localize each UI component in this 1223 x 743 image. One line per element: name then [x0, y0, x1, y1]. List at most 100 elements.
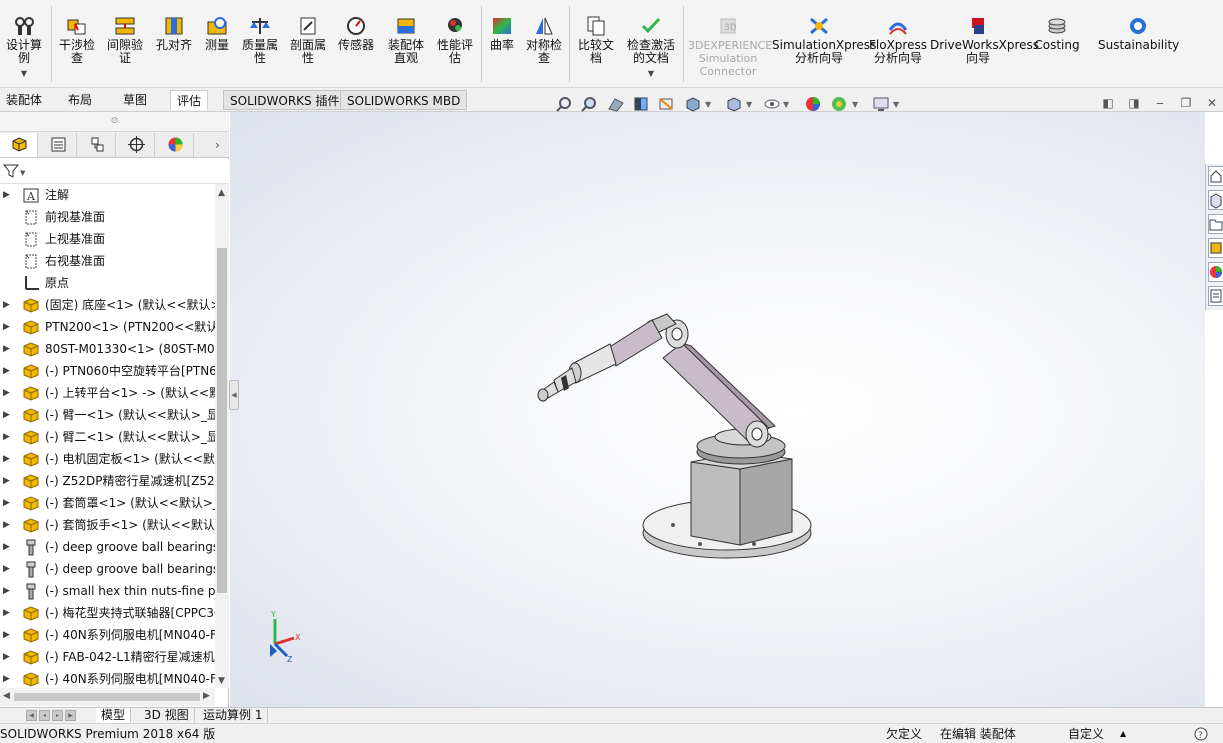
prev-tab-icon[interactable]: ◂: [39, 710, 50, 721]
chevron-right-icon[interactable]: ›: [215, 138, 220, 152]
tab-motion-study[interactable]: 运动算例 1: [198, 708, 269, 723]
tree-item[interactable]: ▶ (-) PTN060中空旋转平台[PTN6: [0, 360, 215, 382]
chevron-down-icon[interactable]: ▼: [746, 100, 752, 109]
symmetry-check-button[interactable]: 对称检查: [522, 4, 566, 84]
tab-featuremanager[interactable]: [0, 133, 38, 157]
view-settings-icon[interactable]: [872, 95, 890, 113]
display-style-icon[interactable]: [725, 95, 743, 113]
simulationxpress-button[interactable]: SimulationXpress 分析向导: [772, 4, 876, 84]
expand-arrow-icon[interactable]: ▶: [3, 514, 13, 536]
tree-item[interactable]: 原点: [0, 272, 215, 294]
expand-arrow-icon[interactable]: ▶: [3, 338, 13, 360]
tree-item[interactable]: 上视基准面: [0, 228, 215, 250]
dropdown-arrow-icon[interactable]: ▼: [622, 67, 680, 80]
expand-arrow-icon[interactable]: ▶: [3, 602, 13, 624]
tree-item[interactable]: ▶ (-) 臂一<1> (默认<<默认>_显示: [0, 404, 215, 426]
chevron-up-icon[interactable]: ▲: [1120, 726, 1126, 742]
3dexperience-connector-button[interactable]: 3D 3DEXPERIENCE Simulation Connector: [688, 4, 772, 84]
last-tab-icon[interactable]: ▶: [65, 710, 76, 721]
expand-arrow-icon[interactable]: ▶: [3, 668, 13, 688]
tree-item[interactable]: ▶ (-) deep groove ball bearings: [0, 536, 215, 558]
appearances-icon[interactable]: [1208, 262, 1223, 282]
apply-scene-icon[interactable]: [830, 95, 848, 113]
section-view-icon[interactable]: [632, 95, 650, 113]
scroll-left-icon[interactable]: ◀: [3, 691, 10, 701]
tab-propertymanager[interactable]: [39, 133, 77, 157]
tree-item[interactable]: ▶ PTN200<1> (PTN200<<默认>: [0, 316, 215, 338]
hide-show-items-icon[interactable]: [763, 95, 781, 113]
expand-arrow-icon[interactable]: ▶: [3, 404, 13, 426]
clearance-verification-button[interactable]: 间隙验证: [103, 4, 147, 84]
expand-arrow-icon[interactable]: ▶: [3, 448, 13, 470]
driveworksxpress-button[interactable]: DriveWorksXpress 向导: [930, 4, 1039, 84]
chevron-down-icon[interactable]: ▼: [20, 169, 25, 177]
tree-item[interactable]: 前视基准面: [0, 206, 215, 228]
view-palette-icon[interactable]: [1208, 238, 1223, 258]
expand-arrow-icon[interactable]: ▶: [3, 580, 13, 602]
assembly-visualization-button[interactable]: 装配体直观: [383, 4, 429, 84]
next-tab-icon[interactable]: ▸: [52, 710, 63, 721]
vertical-scrollbar-thumb[interactable]: [217, 248, 227, 593]
tree-item[interactable]: ▶ (-) 40N系列伺服电机[MN040-F: [0, 624, 215, 646]
custom-properties-icon[interactable]: [1208, 286, 1223, 306]
interference-check-button[interactable]: 干涉检查: [55, 4, 99, 84]
tree-item[interactable]: ▶ (固定) 底座<1> (默认<<默认>_: [0, 294, 215, 316]
graphics-area[interactable]: Y X Z: [230, 112, 1205, 707]
sustainability-button[interactable]: Sustainability: [1098, 4, 1179, 84]
tree-item[interactable]: ▶ A 注解: [0, 184, 215, 206]
tab-solidworks-addins[interactable]: SOLIDWORKS 插件: [223, 90, 347, 110]
dropdown-arrow-icon[interactable]: ▼: [2, 67, 46, 80]
scroll-right-icon[interactable]: ▶: [203, 691, 210, 701]
chevron-down-icon[interactable]: ▼: [783, 100, 789, 109]
tree-item[interactable]: 右视基准面: [0, 250, 215, 272]
robot-arm-two[interactable]: [537, 319, 663, 402]
tab-sketch[interactable]: 草图: [117, 90, 153, 110]
solidworks-resources-icon[interactable]: [1208, 166, 1223, 186]
expand-arrow-icon[interactable]: ▶: [3, 184, 13, 206]
tree-item[interactable]: ▶ (-) deep groove ball bearings: [0, 558, 215, 580]
tab-3d-views[interactable]: 3D 视图: [139, 708, 195, 723]
compare-documents-button[interactable]: 比较文档: [573, 4, 619, 84]
first-tab-icon[interactable]: ◀: [26, 710, 37, 721]
expand-arrow-icon[interactable]: ▶: [3, 294, 13, 316]
previous-view-icon[interactable]: [607, 95, 625, 113]
minimize-icon[interactable]: ‒: [1153, 96, 1167, 110]
tree-item[interactable]: ▶ (-) 电机固定板<1> (默认<<默认: [0, 448, 215, 470]
tab-displaymanager[interactable]: [156, 133, 194, 157]
expand-arrow-icon[interactable]: ▶: [3, 536, 13, 558]
tab-layout[interactable]: 布局: [62, 90, 98, 110]
floxpress-button[interactable]: FloXpress 分析向导: [868, 4, 928, 84]
window-restore-left-icon[interactable]: ◧: [1101, 96, 1115, 110]
expand-arrow-icon[interactable]: ▶: [3, 382, 13, 404]
maximize-icon[interactable]: ❐: [1179, 96, 1193, 110]
horizontal-scrollbar-thumb[interactable]: [14, 693, 200, 701]
design-study-button[interactable]: 设计算例 ▼: [2, 4, 46, 84]
robot-arm-one[interactable]: [662, 342, 776, 448]
tree-item[interactable]: ▶ 80ST-M01330<1> (80ST-M01: [0, 338, 215, 360]
tab-solidworks-mbd[interactable]: SOLIDWORKS MBD: [340, 90, 468, 110]
expand-arrow-icon[interactable]: ▶: [3, 646, 13, 668]
tab-assembly[interactable]: 装配体: [0, 90, 48, 110]
section-properties-button[interactable]: 剖面属性: [286, 4, 330, 84]
tree-item[interactable]: ▶ (-) 上转平台<1> -> (默认<<默: [0, 382, 215, 404]
tree-item[interactable]: ▶ (-) FAB-042-L1精密行星减速机[: [0, 646, 215, 668]
help-icon[interactable]: ?: [1193, 727, 1209, 741]
tab-evaluate[interactable]: 评估: [170, 90, 209, 110]
tree-item[interactable]: ▶ (-) 臂二<1> (默认<<默认>_显示: [0, 426, 215, 448]
chevron-down-icon[interactable]: ▼: [893, 100, 899, 109]
zoom-to-area-icon[interactable]: [580, 95, 598, 113]
expand-arrow-icon[interactable]: ▶: [3, 624, 13, 646]
view-orientation-icon[interactable]: [684, 95, 702, 113]
design-library-icon[interactable]: [1208, 190, 1223, 210]
panel-splitter[interactable]: ⊙: [0, 112, 229, 132]
costing-button[interactable]: Costing: [1030, 4, 1084, 84]
chevron-down-icon[interactable]: ▼: [705, 100, 711, 109]
tree-item[interactable]: ▶ (-) 梅花型夹持式联轴器[CPPC3C: [0, 602, 215, 624]
expand-arrow-icon[interactable]: ▶: [3, 558, 13, 580]
filter-icon[interactable]: [3, 163, 19, 179]
hole-alignment-button[interactable]: 孔对齐: [152, 4, 196, 84]
tree-item[interactable]: ▶ (-) 套筒罩<1> (默认<<默认>_显: [0, 492, 215, 514]
scroll-up-icon[interactable]: ▲: [218, 188, 225, 198]
chevron-down-icon[interactable]: ▼: [852, 100, 858, 109]
close-icon[interactable]: ✕: [1205, 96, 1219, 110]
